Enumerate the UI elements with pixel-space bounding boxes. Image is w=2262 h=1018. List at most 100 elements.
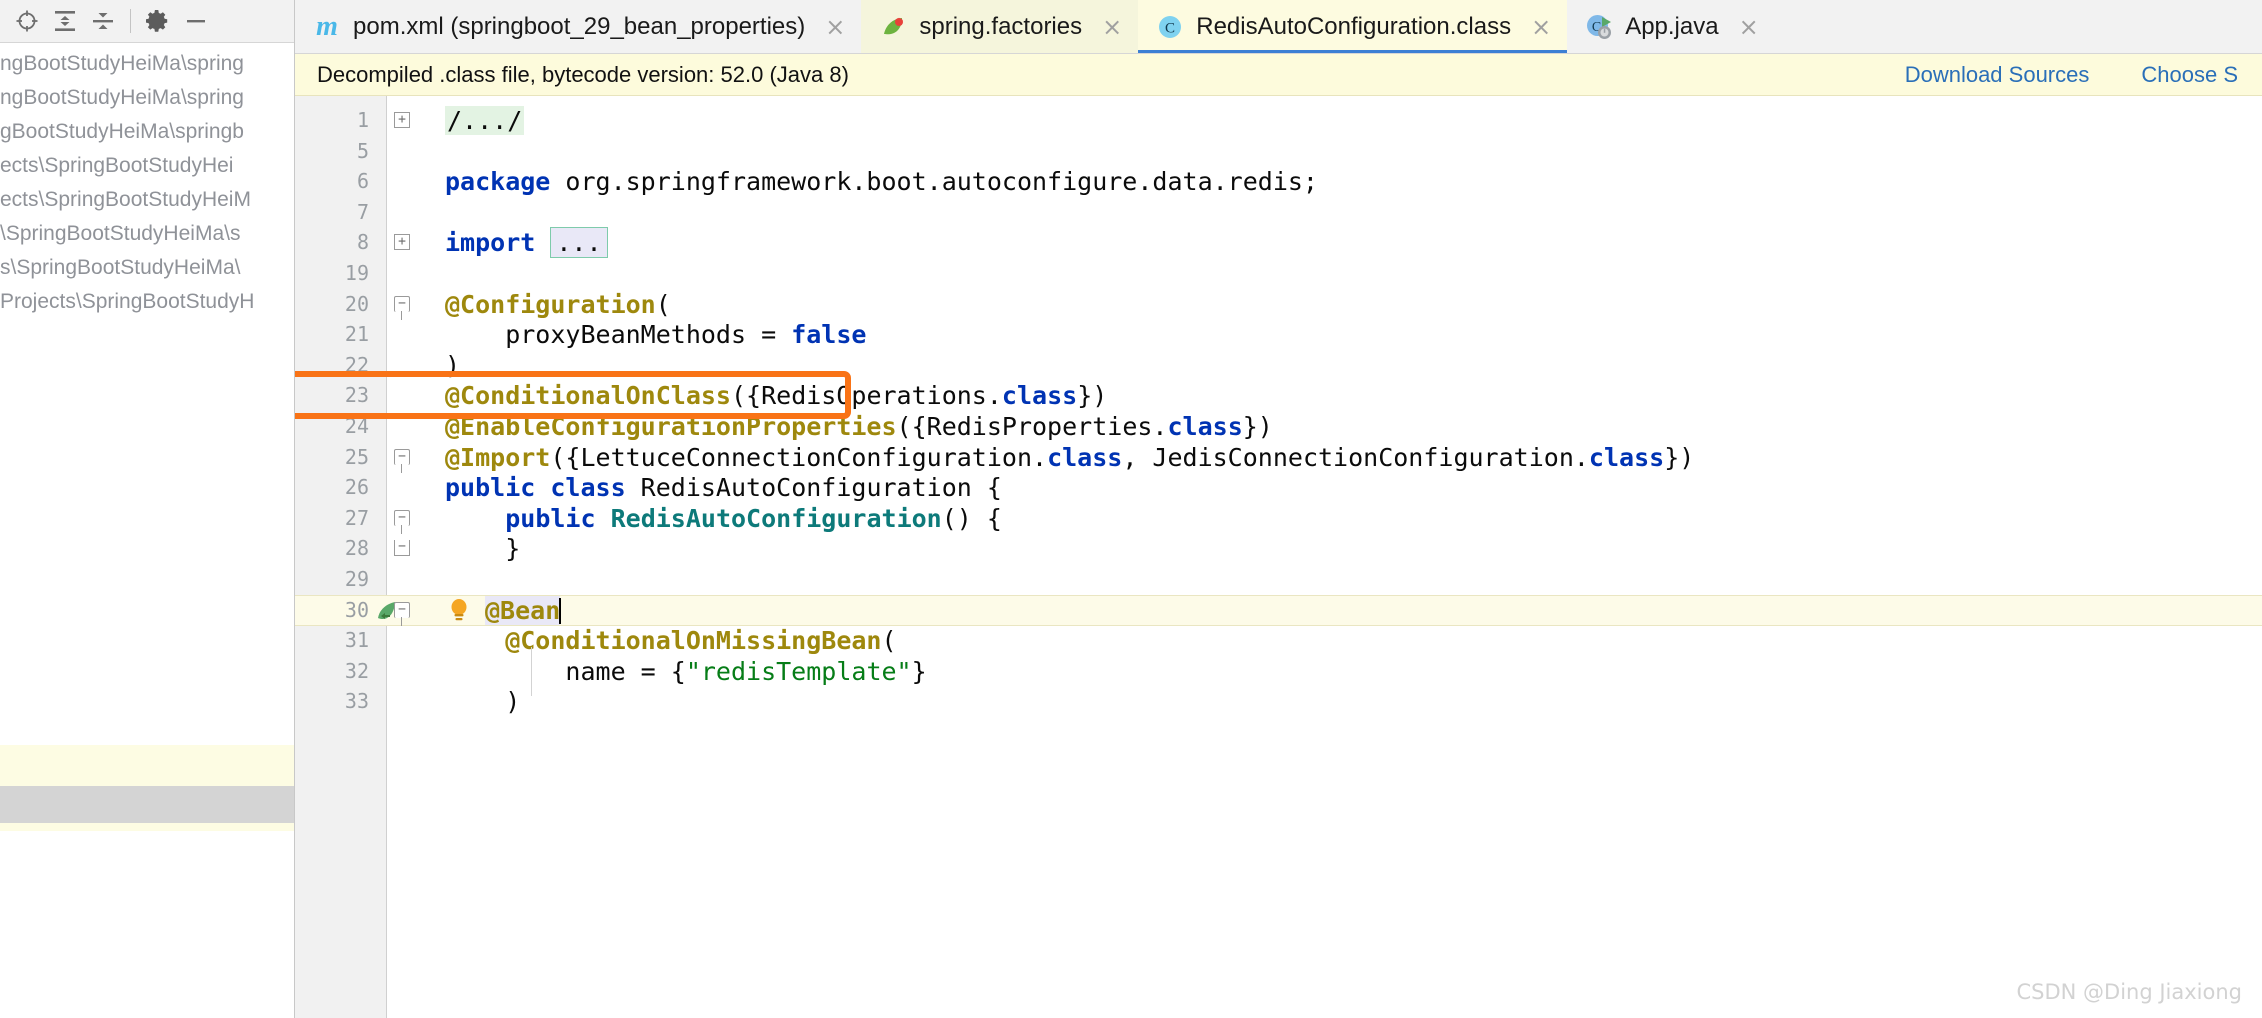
code-line[interactable]: 22)	[295, 350, 2262, 381]
editor-tab-pom-xml[interactable]: m pom.xml (springboot_29_bean_properties…	[295, 0, 862, 53]
code-line[interactable]: 20 − @Configuration(	[295, 289, 2262, 320]
list-item[interactable]: Projects\SpringBootStudyH	[0, 285, 294, 319]
code-token: () {	[941, 503, 1002, 533]
code-line[interactable]: 26 public class RedisAutoConfiguration {	[295, 472, 2262, 503]
code-text: proxyBeanMethods = false	[445, 319, 866, 350]
code-line[interactable]: 21 proxyBeanMethods = false	[295, 319, 2262, 350]
code-token: class	[1001, 381, 1078, 411]
list-item[interactable]: s\SpringBootStudyHeiMa\	[0, 251, 294, 285]
code-text: import ...	[445, 227, 608, 259]
decompiled-notice-bar: Decompiled .class file, bytecode version…	[295, 54, 2262, 96]
code-token: ({LettuceConnectionConfiguration.	[550, 442, 1048, 472]
code-line[interactable]: 27 − public RedisAutoConfiguration() {	[295, 503, 2262, 534]
code-token: @Bean	[485, 595, 561, 625]
hide-panel-icon[interactable]	[177, 2, 215, 40]
list-item[interactable]: \SpringBootStudyHeiMa\s	[0, 217, 294, 251]
code-line[interactable]: 30 − @Bean	[295, 595, 2262, 626]
fold-expand-icon[interactable]: +	[394, 234, 410, 251]
notice-links: Download Sources Choose S	[1905, 62, 2240, 88]
code-line[interactable]: 25 − @Import({LettuceConnectionConfigurati…	[295, 442, 2262, 473]
code-line[interactable]: 5	[295, 136, 2262, 167]
editor-tab-spring-factories[interactable]: spring.factories ×	[861, 0, 1139, 53]
close-icon[interactable]: ×	[1102, 15, 1122, 39]
code-token: @EnableConfigurationProperties	[445, 412, 897, 441]
list-item[interactable]: ngBootStudyHeiMa\spring	[0, 47, 294, 81]
close-icon[interactable]: ×	[1531, 15, 1551, 39]
list-item[interactable]: ngBootStudyHeiMa\spring	[0, 81, 294, 115]
line-number: 19	[344, 261, 369, 285]
maven-m-icon: m	[316, 10, 338, 42]
line-number: 28	[344, 536, 369, 561]
list-item[interactable]: ects\SpringBootStudyHeiM	[0, 183, 294, 217]
code-line[interactable]: 19	[295, 258, 2262, 289]
list-item-label: Projects\SpringBootStudyH	[0, 290, 255, 313]
choose-sources-link[interactable]: Choose S	[2141, 62, 2238, 88]
fold-collapse-icon[interactable]: −	[394, 601, 410, 618]
list-item-label: ngBootStudyHeiMa\spring	[0, 86, 244, 109]
fold-collapse-icon[interactable]: −	[394, 509, 410, 526]
code-line[interactable]: 8 + import ...	[295, 227, 2262, 259]
code-line[interactable]: 28 − }	[295, 533, 2262, 564]
editor-area: m pom.xml (springboot_29_bean_properties…	[295, 0, 2262, 1018]
list-item[interactable]: ects\SpringBootStudyHei	[0, 149, 294, 183]
intention-bulb-icon[interactable]	[447, 597, 473, 623]
code-token: }	[445, 534, 521, 564]
code-token: ({RedisOperations.	[730, 381, 1002, 411]
list-item-label: ects\SpringBootStudyHeiM	[0, 188, 251, 211]
line-number: 6	[356, 169, 369, 194]
code-token: (	[655, 289, 671, 319]
line-number: 26	[344, 475, 369, 500]
code-token: }	[911, 656, 927, 686]
line-number: 22	[344, 352, 369, 377]
locate-target-icon[interactable]	[8, 2, 46, 40]
spring-leaf-icon	[879, 13, 907, 41]
fold-expand-icon[interactable]: +	[394, 112, 410, 128]
toolbar-separator	[130, 9, 131, 33]
code-line[interactable]: 1 + /.../	[295, 105, 2262, 136]
code-text: public class RedisAutoConfiguration {	[445, 472, 1002, 503]
code-line[interactable]: 7	[295, 197, 2262, 228]
editor-tab-app-java[interactable]: C App.java ×	[1567, 0, 1775, 53]
list-item[interactable]: gBootStudyHeiMa\springb	[0, 115, 294, 149]
collapse-all-icon[interactable]	[84, 2, 122, 40]
left-panel-highlight-band	[0, 745, 294, 786]
java-class-run-icon: C	[1585, 13, 1613, 41]
fold-collapse-icon[interactable]: −	[394, 295, 410, 312]
code-text: package org.springframework.boot.autocon…	[445, 166, 1318, 197]
code-token: class	[1588, 442, 1665, 472]
line-number: 23	[344, 383, 369, 408]
expand-all-icon[interactable]	[46, 2, 84, 40]
settings-gear-icon[interactable]	[139, 2, 177, 40]
code-line[interactable]: 31 @ConditionalOnMissingBean(	[295, 625, 2262, 656]
fold-region-end-icon[interactable]: −	[394, 540, 410, 557]
code-line[interactable]: 23 @ConditionalOnClass({RedisOperations.c…	[295, 380, 2262, 411]
download-sources-link[interactable]: Download Sources	[1905, 62, 2090, 88]
code-line[interactable]: 29	[295, 564, 2262, 595]
close-icon[interactable]: ×	[825, 15, 845, 39]
list-item-label: \SpringBootStudyHeiMa\s	[0, 222, 241, 245]
line-number: 1	[356, 108, 369, 132]
line-number: 24	[344, 414, 369, 438]
line-number: 8	[356, 230, 369, 255]
code-token: , JedisConnectionConfiguration.	[1122, 442, 1589, 472]
code-token: name = {	[445, 656, 686, 686]
left-panel-scroll-band[interactable]	[0, 786, 294, 823]
code-line[interactable]: 32 name = {"redisTemplate"}	[295, 656, 2262, 687]
code-line[interactable]: 24 @EnableConfigurationProperties({RedisP…	[295, 411, 2262, 442]
code-line[interactable]: 33 )	[295, 686, 2262, 717]
code-token: @ConditionalOnMissingBean	[445, 626, 882, 656]
editor-tab-bar: m pom.xml (springboot_29_bean_properties…	[295, 0, 2262, 54]
code-text: @ConditionalOnMissingBean(	[445, 625, 896, 656]
close-icon[interactable]: ×	[1739, 15, 1759, 39]
line-number: 25	[344, 444, 369, 469]
code-text: @Configuration(	[445, 289, 671, 320]
code-token: @Configuration	[445, 289, 656, 319]
code-line[interactable]: 6 package org.springframework.boot.autoco…	[295, 166, 2262, 197]
code-token: )	[445, 687, 521, 717]
code-editor[interactable]: 1 + /.../ 5 6 package org.springframework.boo…	[295, 96, 2262, 1018]
editor-tab-redis-auto-configuration[interactable]: C RedisAutoConfiguration.class ×	[1138, 0, 1568, 53]
code-token: RedisAutoConfiguration {	[625, 473, 1002, 503]
fold-collapse-icon[interactable]: −	[394, 448, 410, 465]
